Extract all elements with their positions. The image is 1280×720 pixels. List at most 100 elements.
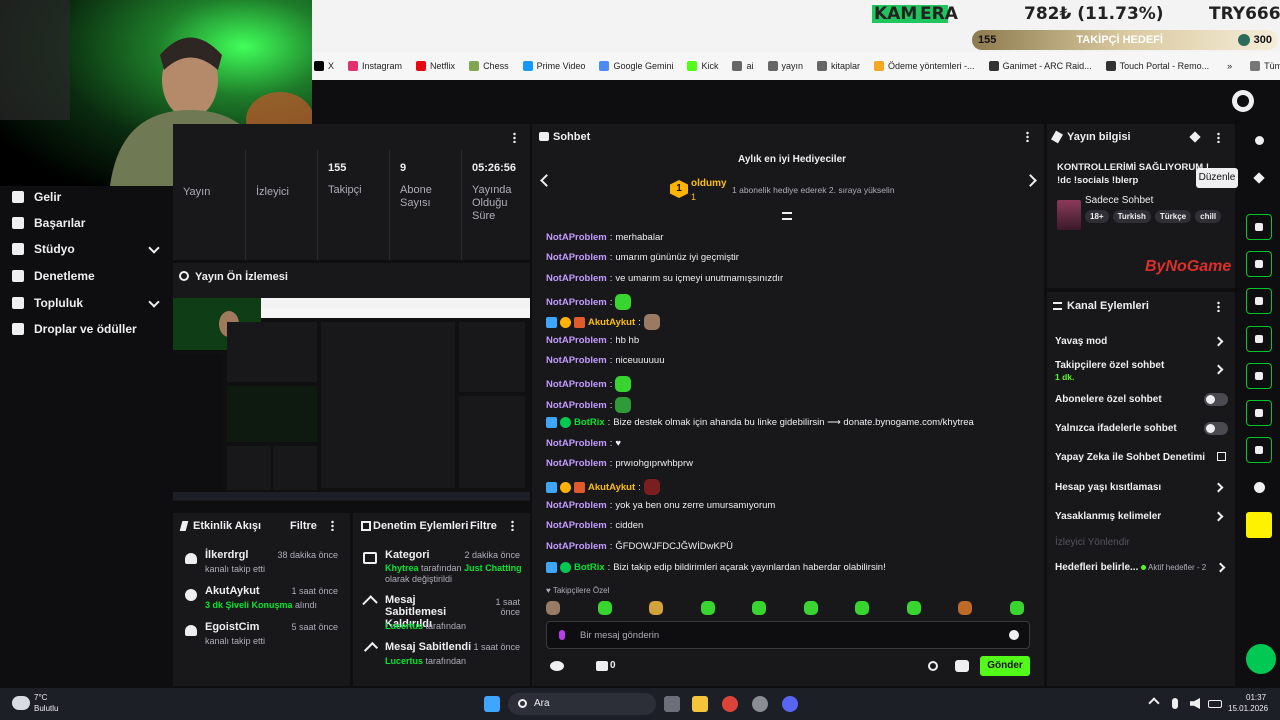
chat-username[interactable]: NotAProblem [546, 438, 607, 449]
info-icon[interactable] [1255, 136, 1264, 145]
quick-emote[interactable] [752, 601, 766, 615]
chat-emote[interactable] [615, 397, 632, 413]
scroll-down-icon[interactable] [782, 212, 792, 220]
chat-username[interactable]: NotAProblem [546, 355, 607, 366]
chat-username[interactable]: NotAProblem [546, 252, 607, 263]
quick-emote[interactable] [700, 601, 715, 615]
chat-username[interactable]: BotRix [574, 562, 605, 573]
chat-username[interactable]: NotAProblem [546, 520, 607, 531]
channel-points-icon[interactable] [550, 661, 564, 671]
bookmark-item[interactable]: Ödeme yöntemleri -... [874, 61, 975, 71]
chat-emote[interactable] [643, 314, 660, 330]
sidebar-item-achievements[interactable]: Başarılar [12, 216, 85, 230]
notes-button[interactable] [1246, 288, 1272, 314]
mod-actor[interactable]: Lucertus [385, 621, 423, 631]
mod-tools-icon[interactable] [955, 660, 969, 672]
bookmark-item[interactable]: Netflix [416, 61, 455, 71]
microphone-icon[interactable] [1172, 698, 1178, 709]
quick-emote[interactable] [649, 601, 663, 615]
chat-input-box[interactable]: Bir mesaj gönderin [546, 621, 1030, 649]
feed-username[interactable]: EgoistCim [205, 621, 259, 633]
bookmark-item[interactable]: Google Gemini [599, 61, 673, 71]
chat-username[interactable]: NotAProblem [546, 458, 607, 469]
stream-category[interactable]: Sadece Sohbet [1085, 195, 1153, 206]
action-ai-moderation[interactable]: Yapay Zeka ile Sohbet Denetimi [1047, 448, 1235, 468]
community-icon[interactable] [1254, 482, 1265, 493]
bookmark-item[interactable]: X [314, 61, 334, 71]
action-banned-words[interactable]: Yasaklanmış kelimeler [1047, 507, 1235, 527]
bookmark-item[interactable]: Chess [469, 61, 509, 71]
emoji-icon[interactable] [1009, 630, 1019, 640]
tag-chip[interactable]: Türkçe [1154, 210, 1192, 223]
bookmark-item[interactable]: Instagram [348, 61, 402, 71]
tag-chip[interactable]: Turkish [1112, 210, 1151, 223]
stream-preview-image[interactable] [173, 298, 530, 500]
chat-emote[interactable] [615, 294, 632, 310]
marker-button[interactable] [1246, 251, 1272, 277]
chat-username[interactable]: NotAProblem [546, 379, 607, 390]
send-button[interactable]: Gönder [980, 656, 1030, 676]
chat-username[interactable]: AkutAykut [588, 482, 635, 493]
mod-actor[interactable]: Lucertus [385, 656, 423, 666]
store-icon[interactable] [596, 661, 608, 671]
action-followers-only[interactable]: Takipçilere özel sohbet 1 dk. [1047, 358, 1235, 384]
more-icon[interactable] [511, 520, 514, 531]
sticky-note-button[interactable] [1246, 512, 1272, 538]
bookmark-item[interactable]: kitaplar [817, 61, 860, 71]
windows-start-icon[interactable] [484, 696, 500, 712]
mod-actor[interactable]: Khytrea [385, 563, 419, 573]
chat-username[interactable]: NotAProblem [546, 335, 607, 346]
sidebar-item-studio[interactable]: Stüdyo [12, 242, 160, 256]
tag-chip[interactable]: 18+ [1085, 210, 1109, 223]
wrench-button[interactable] [1246, 437, 1272, 463]
edit-icon[interactable] [1253, 172, 1265, 184]
sidebar-item-revenue[interactable]: Gelir [12, 190, 61, 204]
broadcast-button[interactable] [1246, 363, 1272, 389]
more-icon[interactable] [1217, 132, 1220, 143]
all-bookmarks-folder[interactable]: Tüm Yer İşaretleri [1250, 61, 1280, 71]
battery-icon[interactable] [1208, 700, 1222, 708]
support-chat-button[interactable] [1246, 644, 1276, 674]
chat-username[interactable]: NotAProblem [546, 541, 607, 552]
feed-username[interactable]: AkutAykut [205, 585, 260, 597]
bookmark-item[interactable]: Prime Video [522, 61, 585, 71]
feed-username[interactable]: İlkerdrgl [205, 549, 248, 561]
microphone-icon[interactable] [559, 630, 565, 640]
settings-gear-icon[interactable] [928, 661, 938, 671]
chevron-left-icon[interactable] [540, 174, 553, 187]
sidebar-item-community[interactable]: Topluluk [12, 296, 83, 310]
action-account-age[interactable]: Hesap yaşı kısıtlaması [1047, 478, 1235, 498]
chrome-icon[interactable] [722, 696, 738, 712]
bookmark-item[interactable]: yayın [767, 61, 803, 71]
activity-filter-button[interactable]: Filtre [290, 520, 317, 532]
quick-emote[interactable] [803, 601, 818, 615]
taskbar-search[interactable]: Ara [508, 693, 656, 715]
emote-only-toggle[interactable] [1204, 422, 1228, 435]
sidebar-item-drops[interactable]: Droplar ve ödüller [12, 322, 137, 336]
chat-username[interactable]: NotAProblem [546, 400, 607, 411]
quick-emote[interactable] [855, 601, 869, 615]
volume-icon[interactable] [1190, 698, 1200, 709]
more-icon[interactable] [513, 132, 516, 143]
quick-emote[interactable] [1009, 601, 1024, 615]
bookmark-item[interactable]: ai [732, 61, 754, 71]
edit-icon[interactable] [1189, 131, 1201, 143]
chat-emote[interactable] [615, 376, 632, 392]
chat-username[interactable]: NotAProblem [546, 273, 607, 284]
chat-username[interactable]: BotRix [574, 417, 605, 428]
chat-emote[interactable] [643, 479, 660, 495]
bookmark-item[interactable]: Touch Portal - Remo... [1105, 61, 1209, 71]
chat-popout-button[interactable] [1246, 326, 1272, 352]
clock-date[interactable]: 15.01.2026 [1228, 704, 1268, 713]
chevron-down-icon[interactable] [148, 296, 160, 308]
tag-chip[interactable]: chill [1195, 210, 1222, 223]
more-icon[interactable] [331, 520, 334, 531]
action-set-goals[interactable]: Hedefleri belirle... Aktif hedefler - 2 [1047, 558, 1235, 578]
category-thumbnail[interactable] [1057, 200, 1081, 230]
clip-button[interactable] [1246, 214, 1272, 240]
subscribers-only-toggle[interactable] [1204, 393, 1228, 406]
chevron-up-icon[interactable] [1148, 697, 1160, 709]
clock-time[interactable]: 01:37 [1246, 693, 1266, 702]
quick-emote[interactable] [546, 601, 560, 615]
quick-emote[interactable] [958, 601, 972, 615]
